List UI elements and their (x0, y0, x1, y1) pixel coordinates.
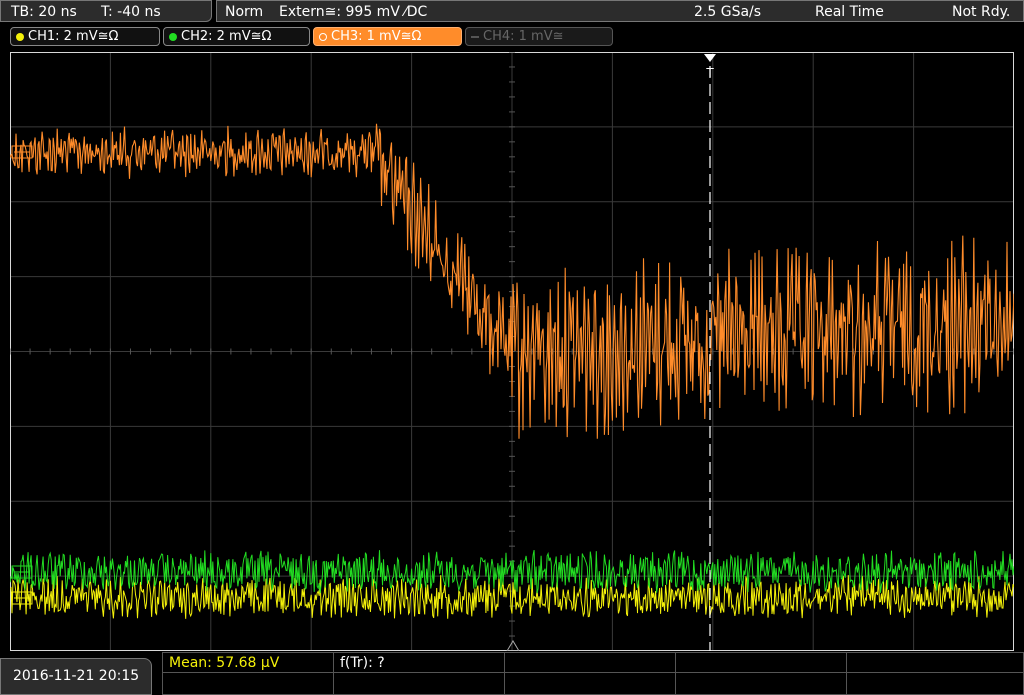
ch3-label: CH3: 1 mV≅Ω (331, 29, 422, 44)
channel-ch1-button[interactable]: CH1: 2 mV≅Ω (10, 27, 160, 46)
horizontal-reference-icon[interactable] (506, 640, 520, 651)
channel-ch4-button[interactable]: CH4: 1 mV≅ (465, 27, 613, 46)
ch3-color-icon (319, 33, 327, 41)
ch1-label: CH1: 2 mV≅Ω (28, 29, 119, 44)
ch4-disabled-icon (471, 36, 479, 38)
channel-bar: CH1: 2 mV≅Ω CH2: 2 mV≅Ω CH3: 1 mV≅Ω CH4:… (0, 26, 1024, 48)
waveform-display[interactable]: T (10, 52, 1014, 651)
top-status-bar: TB: 20 ns T: -40 ns Norm Extern≅: 995 mV… (0, 0, 1024, 24)
measurement-cell-empty-2[interactable] (675, 652, 847, 673)
channel-ch2-button[interactable]: CH2: 2 mV≅Ω (163, 27, 310, 46)
measurement-cell-empty-1[interactable] (504, 652, 676, 673)
measurement-cell-empty-7[interactable] (675, 672, 847, 695)
measurement-cell-empty-4[interactable] (162, 672, 334, 695)
trigger-status-box[interactable]: Norm Extern≅: 995 mV ⁄DC 2.5 GSa/s Real … (216, 0, 1024, 22)
mean-measurement: Mean: 57.68 µV (169, 655, 280, 671)
sample-rate: 2.5 GSa/s (694, 4, 762, 20)
trigger-mode: Norm (225, 4, 264, 20)
measurement-cell-empty-6[interactable] (504, 672, 676, 695)
ch1-color-icon (16, 33, 24, 41)
channel-ch3-button[interactable]: CH3: 1 mV≅Ω (313, 27, 462, 46)
ready-status: Not Rdy. (952, 4, 1011, 20)
timebase-label: TB: 20 ns (11, 4, 77, 20)
measurement-cell-mean[interactable]: Mean: 57.68 µV (162, 652, 334, 673)
ch2-label: CH2: 2 mV≅Ω (181, 29, 272, 44)
trigger-offset-label: T: -40 ns (101, 4, 161, 20)
acquisition-mode: Real Time (815, 4, 884, 20)
timebase-box[interactable]: TB: 20 ns T: -40 ns (0, 0, 212, 22)
ch4-label: CH4: 1 mV≅ (483, 29, 564, 44)
measurement-cell-ftr[interactable]: f(Tr): ? (333, 652, 505, 673)
ch2-color-icon (169, 33, 177, 41)
measurement-cell-empty-5[interactable] (333, 672, 505, 695)
trigger-source: Extern≅: 995 mV ⁄DC (279, 4, 428, 20)
measurement-cell-empty-8[interactable] (846, 672, 1024, 695)
datetime-box: 2016-11-21 20:15 (0, 658, 152, 695)
measurement-cell-empty-3[interactable] (846, 652, 1024, 673)
bottom-bar: 2016-11-21 20:15 Mean: 57.68 µV f(Tr): ? (0, 652, 1024, 695)
trigger-marker-label: T (705, 66, 714, 80)
datetime-label: 2016-11-21 20:15 (13, 668, 140, 684)
fall-time-measurement: f(Tr): ? (340, 655, 385, 671)
trigger-position-icon[interactable] (704, 54, 716, 62)
measurement-panel[interactable]: Mean: 57.68 µV f(Tr): ? (162, 652, 1024, 695)
